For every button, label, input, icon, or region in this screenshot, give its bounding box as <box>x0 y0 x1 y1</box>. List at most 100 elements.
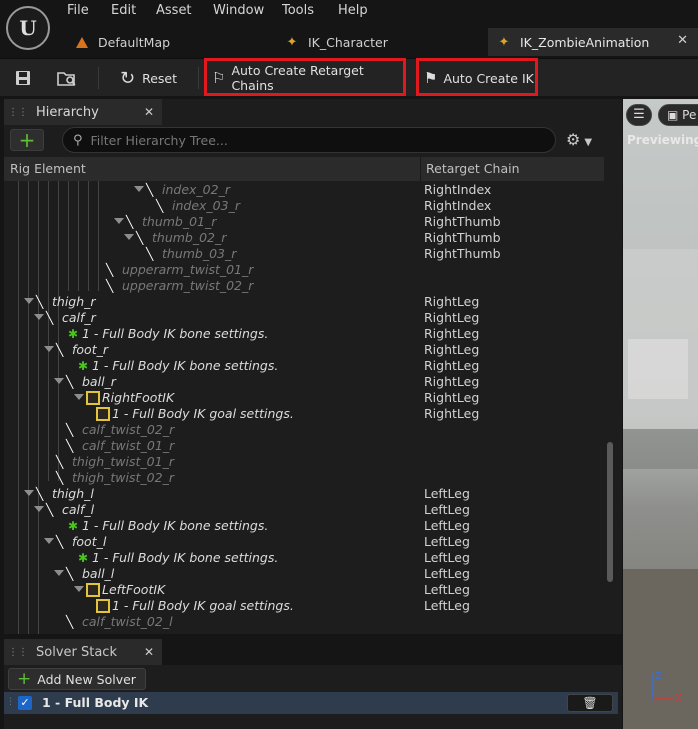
tree-row[interactable]: RightFootIK RightLeg <box>4 390 604 406</box>
ik-bone-settings-icon: ✱ <box>67 519 79 533</box>
solver-enabled-checkbox[interactable]: ✓ <box>18 696 32 710</box>
save-button[interactable] <box>14 64 38 92</box>
expand-arrow-icon[interactable] <box>124 234 134 240</box>
expand-arrow-icon[interactable] <box>114 218 124 224</box>
tree-row[interactable]: ✱ 1 - Full Body IK bone settings. RightLeg <box>4 326 604 342</box>
hierarchy-tab[interactable]: ⋮⋮ Hierarchy ✕ <box>4 99 162 125</box>
expand-arrow-icon[interactable] <box>44 538 54 544</box>
retarget-chain-value[interactable]: RightLeg <box>424 310 479 326</box>
tree-row[interactable]: ╲ upperarm_twist_02_r <box>4 278 604 294</box>
unreal-logo-icon[interactable]: U <box>6 6 50 50</box>
retarget-chain-value[interactable]: RightLeg <box>424 326 479 342</box>
expand-arrow-icon[interactable] <box>34 314 44 320</box>
retarget-chain-value[interactable]: RightLeg <box>424 342 479 358</box>
expand-arrow-icon[interactable] <box>24 298 34 304</box>
drag-handle-icon[interactable]: ⋮ <box>6 697 15 707</box>
retarget-chain-value[interactable]: LeftLeg <box>424 534 470 550</box>
close-tab-icon[interactable]: ✕ <box>677 33 688 48</box>
close-solver-stack-icon[interactable]: ✕ <box>144 645 154 659</box>
retarget-chain-value[interactable]: LeftLeg <box>424 566 470 582</box>
tree-row[interactable]: ╲ foot_l LeftLeg <box>4 534 604 550</box>
perspective-label: Pe <box>682 108 697 122</box>
tree-row[interactable]: ╲ calf_l LeftLeg <box>4 502 604 518</box>
expand-arrow-icon[interactable] <box>54 378 64 384</box>
add-new-solver-button[interactable]: + Add New Solver <box>8 668 146 690</box>
tree-row[interactable]: ╲ calf_r RightLeg <box>4 310 604 326</box>
add-element-button[interactable]: + <box>10 129 44 151</box>
perspective-dropdown[interactable]: ▣ Pe <box>658 104 698 126</box>
tree-row[interactable]: ╲ thigh_twist_01_r <box>4 454 604 470</box>
tree-row[interactable]: ╲ calf_twist_02_l <box>4 614 604 630</box>
tree-scrollbar[interactable] <box>607 442 613 582</box>
tree-row[interactable]: ╲ index_02_r RightIndex <box>4 182 604 198</box>
preview-viewport[interactable]: ☰ ▣ Pe Previewing R Z X <box>623 99 698 729</box>
tree-row[interactable]: ╲ ball_r RightLeg <box>4 374 604 390</box>
tree-row[interactable]: ╲ thumb_03_r RightThumb <box>4 246 604 262</box>
tab-ik-zombieanimation[interactable]: ✦ IK_ZombieAnimation ✕ <box>488 28 698 56</box>
expand-arrow-icon[interactable] <box>44 346 54 352</box>
col-rig-element[interactable]: Rig Element <box>10 161 86 176</box>
solver-stack-tab[interactable]: ⋮⋮ Solver Stack ✕ <box>4 639 162 665</box>
tree-row[interactable]: ╲ thumb_02_r RightThumb <box>4 230 604 246</box>
expand-arrow-icon[interactable] <box>54 570 64 576</box>
menu-edit[interactable]: Edit <box>111 3 136 18</box>
viewport-menu-icon[interactable]: ☰ <box>626 104 652 126</box>
retarget-chain-value[interactable]: RightLeg <box>424 358 479 374</box>
tree-row[interactable]: ╲ thigh_l LeftLeg <box>4 486 604 502</box>
tree-row[interactable]: 1 - Full Body IK goal settings. RightLeg <box>4 406 604 422</box>
retarget-chain-value[interactable]: RightLeg <box>424 294 479 310</box>
bone-icon: ╲ <box>36 487 44 501</box>
menu-file[interactable]: File <box>67 3 89 18</box>
filter-hierarchy-input[interactable]: ⚲ Filter Hierarchy Tree... <box>62 127 556 153</box>
retarget-chain-value[interactable]: RightThumb <box>424 230 501 246</box>
expand-arrow-icon[interactable] <box>74 586 84 592</box>
menu-asset[interactable]: Asset <box>156 3 192 18</box>
tree-row[interactable]: ✱ 1 - Full Body IK bone settings. LeftLeg <box>4 550 604 566</box>
retarget-chain-value[interactable]: LeftLeg <box>424 502 470 518</box>
bone-icon: ╲ <box>56 471 64 485</box>
retarget-chain-value[interactable]: LeftLeg <box>424 598 470 614</box>
delete-solver-trash-icon[interactable]: 🗑 <box>567 694 613 712</box>
tree-row[interactable]: LeftFootIK LeftLeg <box>4 582 604 598</box>
tab-label: DefaultMap <box>98 34 171 50</box>
tree-row[interactable]: ✱ 1 - Full Body IK bone settings. LeftLeg <box>4 518 604 534</box>
retarget-chain-value[interactable]: RightLeg <box>424 406 479 422</box>
browse-asset-button[interactable] <box>56 64 82 92</box>
retarget-chain-value[interactable]: LeftLeg <box>424 582 470 598</box>
tree-row[interactable]: ╲ thumb_01_r RightThumb <box>4 214 604 230</box>
tree-row[interactable]: ✱ 1 - Full Body IK bone settings. RightLeg <box>4 358 604 374</box>
tree-row[interactable]: ╲ index_03_r RightIndex <box>4 198 604 214</box>
expand-arrow-icon[interactable] <box>24 490 34 496</box>
tree-row[interactable]: ╲ ball_l LeftLeg <box>4 566 604 582</box>
expand-arrow-icon[interactable] <box>134 186 144 192</box>
tab-defaultmap[interactable]: DefaultMap <box>66 28 266 56</box>
solver-item-full-body-ik[interactable]: ⋮ ✓ 1 - Full Body IK 🗑 <box>4 692 618 714</box>
tree-row[interactable]: 1 - Full Body IK goal settings. LeftLeg <box>4 598 604 614</box>
retarget-chain-value[interactable]: RightLeg <box>424 374 479 390</box>
retarget-chain-value[interactable]: LeftLeg <box>424 518 470 534</box>
tree-row[interactable]: ╲ foot_r RightLeg <box>4 342 604 358</box>
tree-row[interactable]: ╲ calf_twist_02_r <box>4 422 604 438</box>
menu-window[interactable]: Window <box>213 3 264 18</box>
tree-row[interactable]: ╲ thigh_r RightLeg <box>4 294 604 310</box>
retarget-chain-value[interactable]: RightThumb <box>424 246 501 262</box>
close-hierarchy-icon[interactable]: ✕ <box>144 105 154 119</box>
tab-ik-character[interactable]: ✦ IK_Character <box>276 28 486 56</box>
retarget-chain-value[interactable]: RightIndex <box>424 198 491 214</box>
ik-bone-settings-icon: ✱ <box>77 551 89 565</box>
retarget-chain-value[interactable]: LeftLeg <box>424 550 470 566</box>
tree-row[interactable]: ╲ thigh_twist_02_r <box>4 470 604 486</box>
col-retarget-chain[interactable]: Retarget Chain <box>426 161 520 176</box>
reset-button[interactable]: ↻ Reset <box>120 64 186 92</box>
retarget-chain-value[interactable]: RightThumb <box>424 214 501 230</box>
retarget-chain-value[interactable]: RightLeg <box>424 390 479 406</box>
menu-help[interactable]: Help <box>338 3 368 18</box>
retarget-chain-value[interactable]: RightIndex <box>424 182 491 198</box>
tree-row[interactable]: ╲ upperarm_twist_01_r <box>4 262 604 278</box>
expand-arrow-icon[interactable] <box>74 394 84 400</box>
expand-arrow-icon[interactable] <box>34 506 44 512</box>
retarget-chain-value[interactable]: LeftLeg <box>424 486 470 502</box>
menu-tools[interactable]: Tools <box>282 3 314 18</box>
tree-row[interactable]: ╲ calf_twist_01_r <box>4 438 604 454</box>
settings-gear-icon[interactable]: ⚙ ▼ <box>566 130 606 150</box>
